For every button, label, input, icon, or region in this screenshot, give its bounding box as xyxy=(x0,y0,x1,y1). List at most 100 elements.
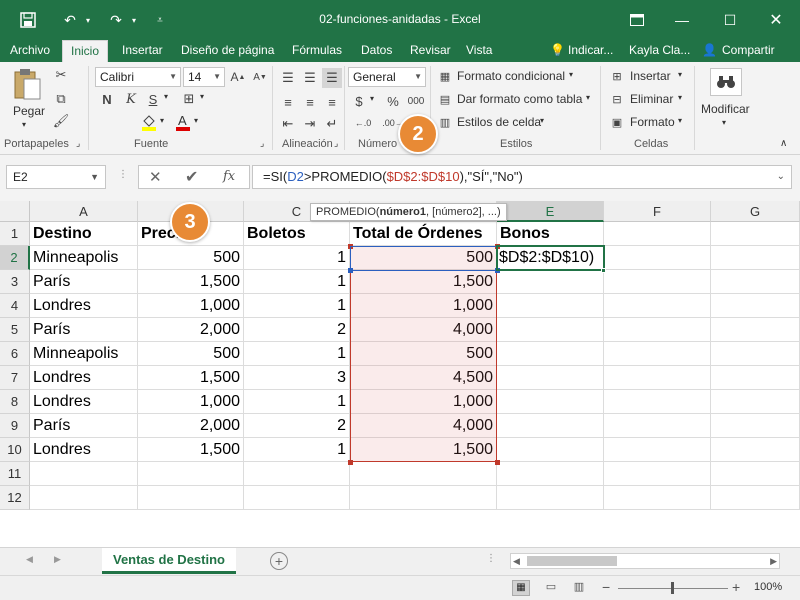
maximize-icon[interactable]: ☐ xyxy=(712,0,748,40)
cell-f8[interactable] xyxy=(604,390,711,414)
increase-font-icon[interactable]: A ▲ xyxy=(229,68,247,86)
tab-diseno-pagina[interactable]: Diseño de página xyxy=(179,40,276,62)
align-left-icon[interactable]: ≡ xyxy=(278,92,298,112)
cell-styles-button[interactable]: Estilos de celda xyxy=(457,115,541,129)
cell-e12[interactable] xyxy=(497,486,604,510)
font-color-icon[interactable]: A xyxy=(174,112,192,132)
font-name-select[interactable]: Calibri ▼ xyxy=(95,67,181,87)
row-header-6[interactable]: 6 xyxy=(0,342,30,366)
alignment-launcher-icon[interactable]: ⌟ xyxy=(334,138,338,149)
column-header-e[interactable]: E xyxy=(497,201,604,222)
cell-g11[interactable] xyxy=(711,462,800,486)
zoom-slider-thumb[interactable] xyxy=(671,582,674,594)
scroll-sheets-left-icon[interactable]: ◀ xyxy=(26,554,33,565)
fill-handle[interactable] xyxy=(601,268,606,273)
row-header-2[interactable]: 2 xyxy=(0,246,30,270)
cell-g6[interactable] xyxy=(711,342,800,366)
tab-archivo[interactable]: Archivo xyxy=(8,40,52,62)
cell-c9[interactable]: 2 xyxy=(244,414,350,438)
cell-d12[interactable] xyxy=(350,486,497,510)
cell-e3[interactable] xyxy=(497,270,604,294)
cell-f3[interactable] xyxy=(604,270,711,294)
tab-insertar[interactable]: Insertar xyxy=(120,40,165,62)
number-format-select[interactable]: General ▼ xyxy=(348,67,426,87)
zoom-in-icon[interactable]: + xyxy=(732,579,740,595)
tab-datos[interactable]: Datos xyxy=(359,40,394,62)
binoculars-icon[interactable] xyxy=(710,68,742,96)
chevron-down-icon[interactable]: ▾ xyxy=(540,116,544,125)
cell-a6[interactable]: Minneapolis xyxy=(30,342,138,366)
cell-e5[interactable] xyxy=(497,318,604,342)
cell-a5[interactable]: París xyxy=(30,318,138,342)
cell-g4[interactable] xyxy=(711,294,800,318)
cell-f10[interactable] xyxy=(604,438,711,462)
cell-d11[interactable] xyxy=(350,462,497,486)
tab-formulas[interactable]: Fórmulas xyxy=(290,40,344,62)
row-header-4[interactable]: 4 xyxy=(0,294,30,318)
insert-function-icon[interactable]: fx xyxy=(223,169,235,184)
row-header-9[interactable]: 9 xyxy=(0,414,30,438)
currency-icon[interactable]: $ xyxy=(350,92,368,110)
cell-e1[interactable]: Bonos xyxy=(497,222,604,246)
cell-c11[interactable] xyxy=(244,462,350,486)
formula-input[interactable]: =SI(D2>PROMEDIO($D$2:$D$10),"SÍ","No") ⌄ xyxy=(252,165,792,189)
close-icon[interactable]: ✕ xyxy=(756,0,796,40)
format-cells-button[interactable]: Formato xyxy=(630,115,675,129)
range-handle[interactable] xyxy=(348,244,353,249)
cell-a4[interactable]: Londres xyxy=(30,294,138,318)
chevron-down-icon[interactable]: ▾ xyxy=(569,70,573,79)
name-box[interactable]: E2 ▼ xyxy=(6,165,106,189)
chevron-down-icon[interactable]: ▾ xyxy=(678,93,682,102)
tab-scroll-grip-icon[interactable]: ⋮ xyxy=(486,553,496,564)
align-bottom-icon[interactable]: ☰ xyxy=(322,68,342,88)
align-center-icon[interactable]: ≡ xyxy=(300,92,320,112)
chevron-down-icon[interactable]: ▾ xyxy=(678,70,682,79)
enter-icon[interactable]: ✔ xyxy=(185,167,198,187)
cell-a10[interactable]: Londres xyxy=(30,438,138,462)
row-header-1[interactable]: 1 xyxy=(0,222,30,246)
scroll-right-icon[interactable]: ▶ xyxy=(770,554,777,568)
zoom-out-icon[interactable]: − xyxy=(602,579,610,595)
cell-a2[interactable]: Minneapolis xyxy=(30,246,138,270)
cell-a8[interactable]: Londres xyxy=(30,390,138,414)
ribbon-display-icon[interactable] xyxy=(622,0,652,40)
cell-c1[interactable]: Boletos xyxy=(244,222,350,246)
cell-b10[interactable]: 1,500 xyxy=(138,438,244,462)
cell-a9[interactable]: París xyxy=(30,414,138,438)
scroll-left-icon[interactable]: ◀ xyxy=(513,554,520,568)
page-layout-view-icon[interactable]: ▭ xyxy=(542,580,560,596)
row-header-7[interactable]: 7 xyxy=(0,366,30,390)
cell-c10[interactable]: 1 xyxy=(244,438,350,462)
column-header-a[interactable]: A xyxy=(30,201,138,222)
cell-b4[interactable]: 1,000 xyxy=(138,294,244,318)
paste-dropdown-icon[interactable]: ▾ xyxy=(22,120,26,129)
cell-a3[interactable]: París xyxy=(30,270,138,294)
row-header-12[interactable]: 12 xyxy=(0,486,30,510)
cell-c2[interactable]: 1 xyxy=(244,246,350,270)
undo-dropdown-icon[interactable]: ▾ xyxy=(82,0,94,40)
range-handle[interactable] xyxy=(495,460,500,465)
user-name[interactable]: Kayla Cla... xyxy=(627,40,692,62)
cell-d3[interactable]: 1,500 xyxy=(350,270,497,294)
cell-f6[interactable] xyxy=(604,342,711,366)
cell-c12[interactable] xyxy=(244,486,350,510)
cell-c3[interactable]: 1 xyxy=(244,270,350,294)
new-sheet-icon[interactable]: + xyxy=(270,552,288,570)
format-as-table-button[interactable]: Dar formato como tabla xyxy=(457,92,582,106)
cell-d7[interactable]: 4,500 xyxy=(350,366,497,390)
row-header-5[interactable]: 5 xyxy=(0,318,30,342)
cell-f11[interactable] xyxy=(604,462,711,486)
cell-e9[interactable] xyxy=(497,414,604,438)
format-painter-icon[interactable]: 🖌 xyxy=(52,112,70,130)
ref-handle[interactable] xyxy=(348,268,353,273)
cell-e10[interactable] xyxy=(497,438,604,462)
cell-b3[interactable]: 1,500 xyxy=(138,270,244,294)
cell-e11[interactable] xyxy=(497,462,604,486)
scroll-sheets-right-icon[interactable]: ▶ xyxy=(54,554,61,565)
tab-inicio[interactable]: Inicio xyxy=(62,40,108,63)
cell-d6[interactable]: 500 xyxy=(350,342,497,366)
paste-button[interactable]: Pegar xyxy=(13,104,45,118)
cell-c4[interactable]: 1 xyxy=(244,294,350,318)
increase-decimal-icon[interactable]: ←.0 xyxy=(350,114,376,132)
font-color-dropdown-icon[interactable]: ▾ xyxy=(194,116,198,125)
